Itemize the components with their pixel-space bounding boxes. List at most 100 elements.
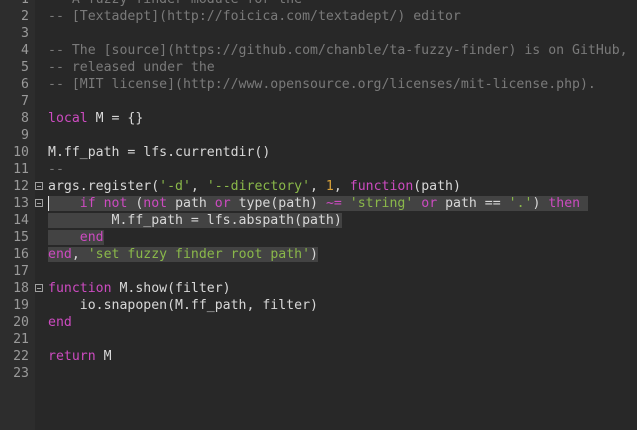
code-token: function bbox=[349, 179, 414, 194]
code-token: ~= bbox=[325, 196, 342, 211]
line-number: 20 bbox=[13, 315, 29, 330]
fold-marker-icon[interactable] bbox=[35, 284, 43, 292]
code-token: 1 bbox=[325, 179, 334, 194]
line-number: 16 bbox=[13, 247, 29, 262]
code-line-text: end bbox=[48, 315, 72, 330]
line-number: 14 bbox=[13, 213, 29, 228]
code-token: ( bbox=[127, 196, 144, 211]
text-caret bbox=[48, 196, 49, 211]
line-number: 17 bbox=[13, 264, 29, 279]
code-area[interactable]: -- A fuzzy finder module for the -- [Text… bbox=[35, 0, 637, 430]
line-number: 6 bbox=[21, 77, 29, 92]
code-line[interactable]: if not (not path or type(path) ~= 'strin… bbox=[35, 195, 637, 212]
code-token: -- bbox=[48, 162, 64, 177]
line-number: 9 bbox=[21, 128, 29, 143]
code-line-text: M.ff_path = lfs.abspath(path) bbox=[48, 213, 342, 228]
code-line-text: return M bbox=[48, 349, 112, 364]
code-line-text: end bbox=[48, 230, 104, 245]
code-token: return bbox=[48, 349, 96, 364]
code-token: , bbox=[310, 179, 326, 194]
code-token: function bbox=[48, 281, 112, 296]
code-token: , bbox=[190, 179, 207, 194]
code-editor[interactable]: 1234567891011121314151617181920212223 --… bbox=[0, 0, 637, 430]
code-token: M.ff_path = lfs.abspath(path) bbox=[48, 213, 342, 228]
line-number: 3 bbox=[21, 26, 29, 41]
code-line[interactable]: -- [MIT license](http://www.opensource.o… bbox=[35, 76, 637, 93]
code-token: or bbox=[214, 196, 231, 211]
code-line[interactable]: local M = {} bbox=[35, 110, 637, 127]
line-number: 8 bbox=[21, 111, 29, 126]
line-number: 21 bbox=[13, 332, 29, 347]
code-token: 'string' bbox=[349, 196, 414, 211]
code-line[interactable]: -- [Textadept](http://foicica.com/textad… bbox=[35, 8, 637, 25]
code-line[interactable] bbox=[35, 331, 637, 348]
fold-marker-icon[interactable] bbox=[35, 182, 43, 190]
line-number: 19 bbox=[13, 298, 29, 313]
code-token: path == bbox=[437, 196, 509, 211]
code-token: M.ff_path = lfs.currentdir() bbox=[48, 145, 271, 160]
code-token: io.snapopen(M.ff_path, filter) bbox=[48, 298, 318, 313]
code-token: '-d' bbox=[159, 179, 191, 194]
code-token: -- [Textadept](http://foicica.com/textad… bbox=[48, 9, 461, 24]
code-line-text: end, 'set fuzzy finder root path') bbox=[48, 247, 318, 262]
code-token: M bbox=[95, 349, 112, 364]
code-line[interactable]: -- bbox=[35, 161, 637, 178]
fold-marker-icon[interactable] bbox=[35, 199, 43, 207]
code-line[interactable] bbox=[35, 263, 637, 280]
code-line-text: -- [Textadept](http://foicica.com/textad… bbox=[48, 9, 461, 24]
code-token: (path) bbox=[413, 179, 461, 194]
code-token: 'set fuzzy finder root path' bbox=[87, 247, 311, 262]
code-line[interactable]: end, 'set fuzzy finder root path') bbox=[35, 246, 637, 263]
code-line-text: -- bbox=[48, 162, 64, 177]
code-line[interactable]: end bbox=[35, 229, 637, 246]
line-number-gutter: 1234567891011121314151617181920212223 bbox=[0, 0, 35, 430]
code-token: ) bbox=[532, 196, 549, 211]
line-number: 18 bbox=[13, 281, 29, 296]
code-line-text: -- [MIT license](http://www.opensource.o… bbox=[48, 77, 596, 92]
code-line-text: if not (not path or type(path) ~= 'strin… bbox=[48, 196, 589, 211]
code-line[interactable]: return M bbox=[35, 348, 637, 365]
line-number: 15 bbox=[13, 230, 29, 245]
code-line[interactable]: io.snapopen(M.ff_path, filter) bbox=[35, 297, 637, 314]
code-line[interactable]: M.ff_path = lfs.currentdir() bbox=[35, 144, 637, 161]
line-number: 12 bbox=[13, 179, 29, 194]
code-line[interactable] bbox=[35, 93, 637, 110]
code-token: -- [MIT license](http://www.opensource.o… bbox=[48, 77, 596, 92]
code-line[interactable]: M.ff_path = lfs.abspath(path) bbox=[35, 212, 637, 229]
code-line[interactable]: function M.show(filter) bbox=[35, 280, 637, 297]
code-line[interactable]: end bbox=[35, 314, 637, 331]
code-token: if not bbox=[79, 196, 128, 211]
code-token: '--directory' bbox=[206, 179, 311, 194]
code-token: ) bbox=[310, 247, 318, 262]
code-token: , bbox=[71, 247, 88, 262]
code-token: type(path) bbox=[230, 196, 326, 211]
code-line-text: io.snapopen(M.ff_path, filter) bbox=[48, 298, 318, 313]
code-line[interactable]: -- The [source](https://github.com/chanb… bbox=[35, 42, 637, 59]
code-line-text: M.ff_path = lfs.currentdir() bbox=[48, 145, 270, 160]
code-token: not bbox=[143, 196, 168, 211]
code-line[interactable] bbox=[35, 25, 637, 42]
code-token: -- released under the bbox=[48, 60, 215, 75]
line-number: 13 bbox=[13, 196, 29, 211]
line-number: 10 bbox=[13, 145, 29, 160]
code-token: M = {} bbox=[87, 111, 144, 126]
code-line[interactable] bbox=[35, 127, 637, 144]
code-token: args.register( bbox=[48, 179, 160, 194]
code-line[interactable]: -- A fuzzy finder module for the bbox=[35, 0, 637, 8]
line-number: 1 bbox=[0, 0, 35, 8]
code-line[interactable]: -- released under the bbox=[35, 59, 637, 76]
code-line[interactable] bbox=[35, 365, 637, 382]
code-token: then bbox=[548, 196, 581, 211]
code-line-text: -- The [source](https://github.com/chanb… bbox=[48, 43, 628, 58]
line-number: 22 bbox=[13, 349, 29, 364]
code-token: or bbox=[421, 196, 438, 211]
line-number: 11 bbox=[13, 162, 29, 177]
code-token: -- A fuzzy finder module for the bbox=[48, 0, 302, 7]
code-line-text: -- A fuzzy finder module for the bbox=[48, 0, 302, 7]
code-line-text: -- released under the bbox=[48, 60, 215, 75]
code-line[interactable]: args.register('-d', '--directory', 1, fu… bbox=[35, 178, 637, 195]
code-token: end bbox=[79, 230, 104, 245]
